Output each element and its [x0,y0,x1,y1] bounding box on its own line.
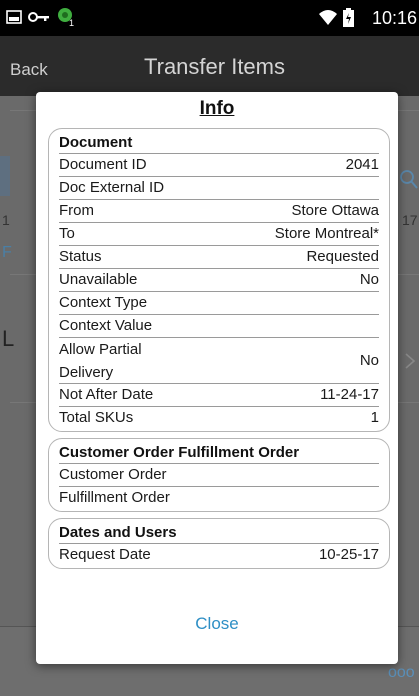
detail-row: Not After Date 11-24-17 [59,383,379,406]
detail-row: Customer Order [59,463,379,486]
page-title: Transfer Items [144,54,285,79]
wifi-icon [319,10,337,25]
detail-row: Status Requested [59,245,379,268]
action-bar: Back Transfer Items [0,36,419,96]
group-header: Dates and Users [59,524,177,541]
group-header: Customer Order Fulfillment Order [59,444,300,461]
dates-users-group: Dates and Users Request Date 10-25-17 [48,518,390,569]
detail-row: Unavailable No [59,268,379,291]
detail-row: Context Type [59,291,379,314]
key-icon [28,12,49,22]
battery-icon [343,8,354,27]
dialog-title: Info [199,98,235,119]
detail-row: Request Date 10-25-17 [59,543,379,566]
search-icon [400,170,418,189]
background-text: 1 [2,212,10,228]
background-text: F [2,244,12,261]
background-text: 17 [402,212,418,228]
group-header: Document [59,134,133,151]
status-bar: 1 10:16 [0,0,419,36]
document-group: Document Document ID 2041 Doc External I… [48,128,390,432]
svg-text:1: 1 [69,18,74,28]
dialog-scroll-area[interactable]: Document Document ID 2041 Doc External I… [48,128,390,598]
detail-row: Fulfillment Order [59,486,379,509]
detail-row: Context Value [59,314,379,337]
android-notification-icon: 1 [58,8,74,28]
info-dialog: Info Document Document ID 2041 Doc Exter… [36,92,398,664]
detail-row: Document ID 2041 [59,153,379,176]
back-button[interactable]: Back [10,60,48,80]
close-button[interactable]: Close [36,614,398,634]
clock: 10:16 [371,8,417,28]
detail-row: Allow Partial Delivery No [59,337,379,383]
chevron-right-icon [405,353,416,369]
detail-row: From Store Ottawa [59,199,379,222]
customer-order-group: Customer Order Fulfillment Order Custome… [48,438,390,512]
gallery-icon [6,10,22,24]
detail-row: To Store Montreal* [59,222,379,245]
detail-row: Total SKUs 1 [59,406,379,429]
detail-row: Doc External ID [59,176,379,199]
overflow-menu-icon: ooo [388,664,415,681]
